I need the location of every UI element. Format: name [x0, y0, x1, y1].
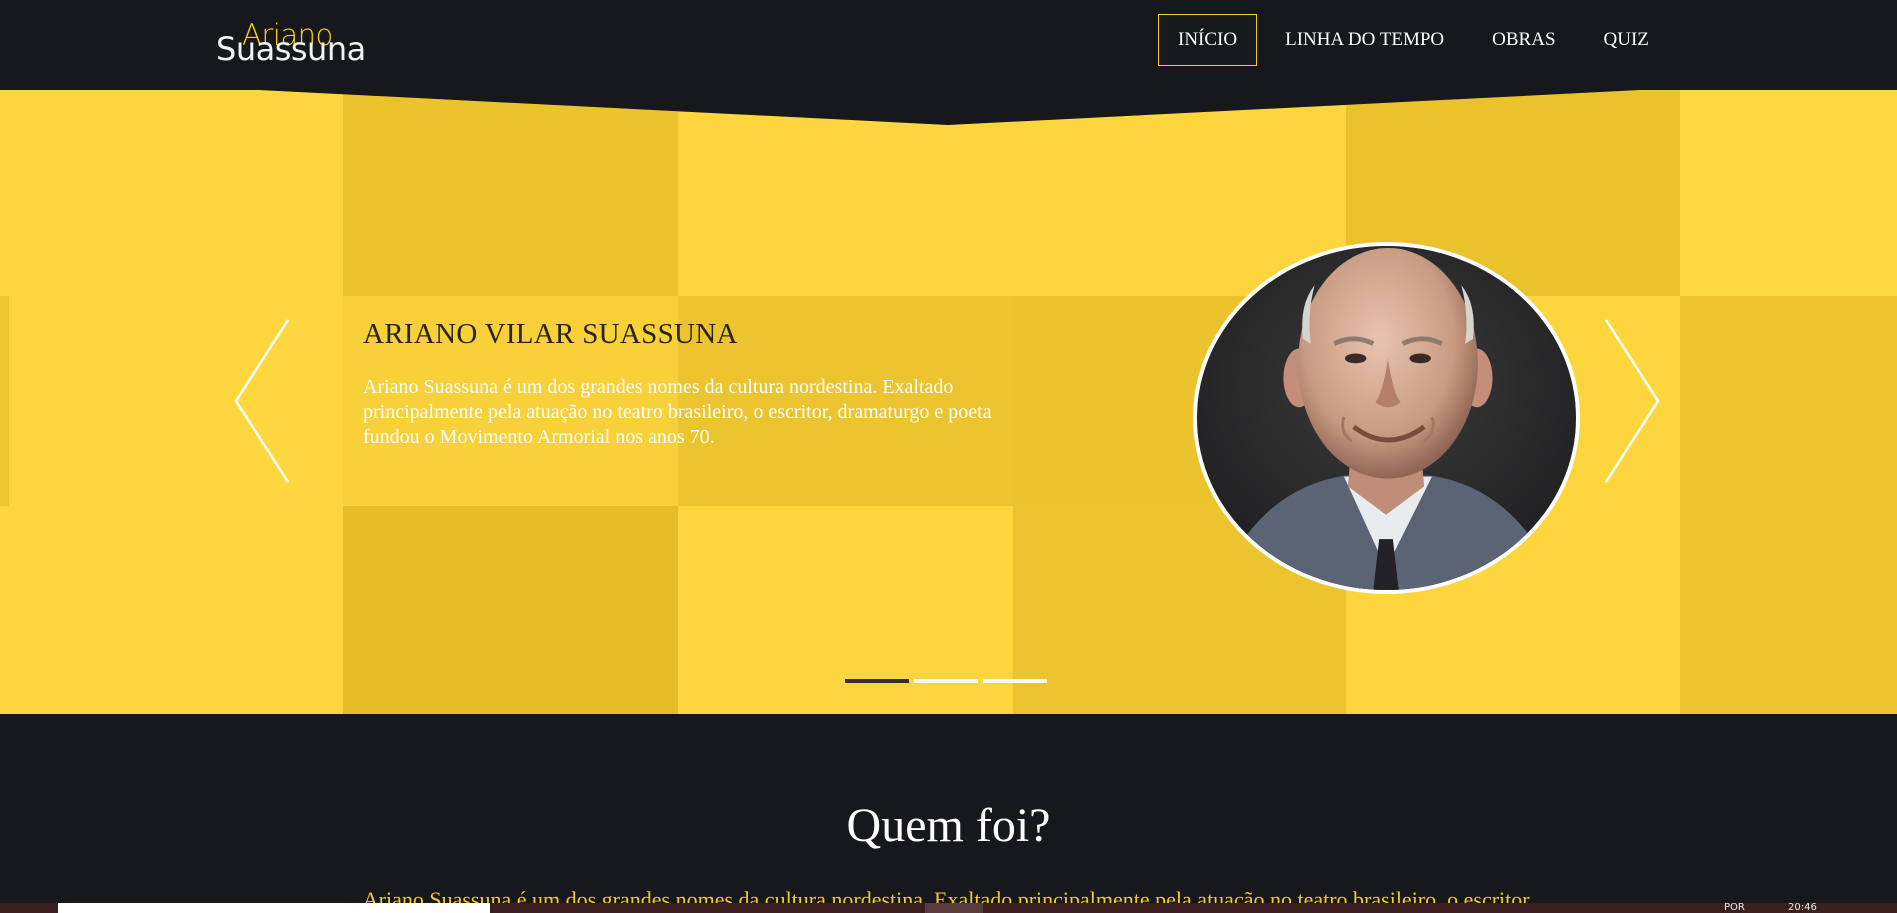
nav-item-inicio[interactable]: INÍCIO: [1158, 14, 1258, 66]
about-title: Quem foi?: [846, 799, 1051, 852]
os-taskbar: POR 20:46: [0, 903, 1897, 913]
slide-indicator-2[interactable]: [914, 679, 978, 683]
hero-slider: ARIANO VILAR SUASSUNA Ariano Suassuna é …: [0, 88, 1897, 714]
taskbar-app-button[interactable]: [925, 903, 983, 913]
taskbar-window-button[interactable]: [58, 903, 490, 913]
main-nav: INÍCIO LINHA DO TEMPO OBRAS QUIZ: [1158, 14, 1677, 66]
logo-last-name: Suassuna: [216, 30, 366, 68]
site-logo[interactable]: Ariano Suassuna: [216, 18, 376, 68]
slide-indicator-1[interactable]: [845, 679, 909, 683]
next-slide-arrow[interactable]: [1602, 318, 1662, 484]
taskbar-language-indicator[interactable]: POR: [1724, 903, 1745, 913]
nav-item-obras[interactable]: OBRAS: [1472, 14, 1575, 66]
header-notch-shape: [0, 88, 1897, 125]
nav-item-quiz[interactable]: QUIZ: [1584, 14, 1669, 66]
site-header: Ariano Suassuna INÍCIO LINHA DO TEMPO OB…: [0, 0, 1897, 90]
slider-indicators: [845, 679, 1052, 683]
prev-slide-arrow[interactable]: [232, 318, 292, 484]
portrait-photo: [1193, 242, 1580, 594]
hero-title: ARIANO VILAR SUASSUNA: [363, 318, 738, 350]
nav-item-linha-do-tempo[interactable]: LINHA DO TEMPO: [1265, 14, 1464, 66]
about-section: Quem foi? Ariano Suassuna é um dos grand…: [0, 714, 1897, 913]
slide-indicator-3[interactable]: [983, 679, 1047, 683]
portrait-illustration: [1197, 246, 1576, 590]
taskbar-clock[interactable]: 20:46: [1788, 903, 1817, 913]
hero-caption: ARIANO VILAR SUASSUNA Ariano Suassuna é …: [363, 318, 1013, 450]
hero-description: Ariano Suassuna é um dos grandes nomes d…: [363, 376, 992, 448]
